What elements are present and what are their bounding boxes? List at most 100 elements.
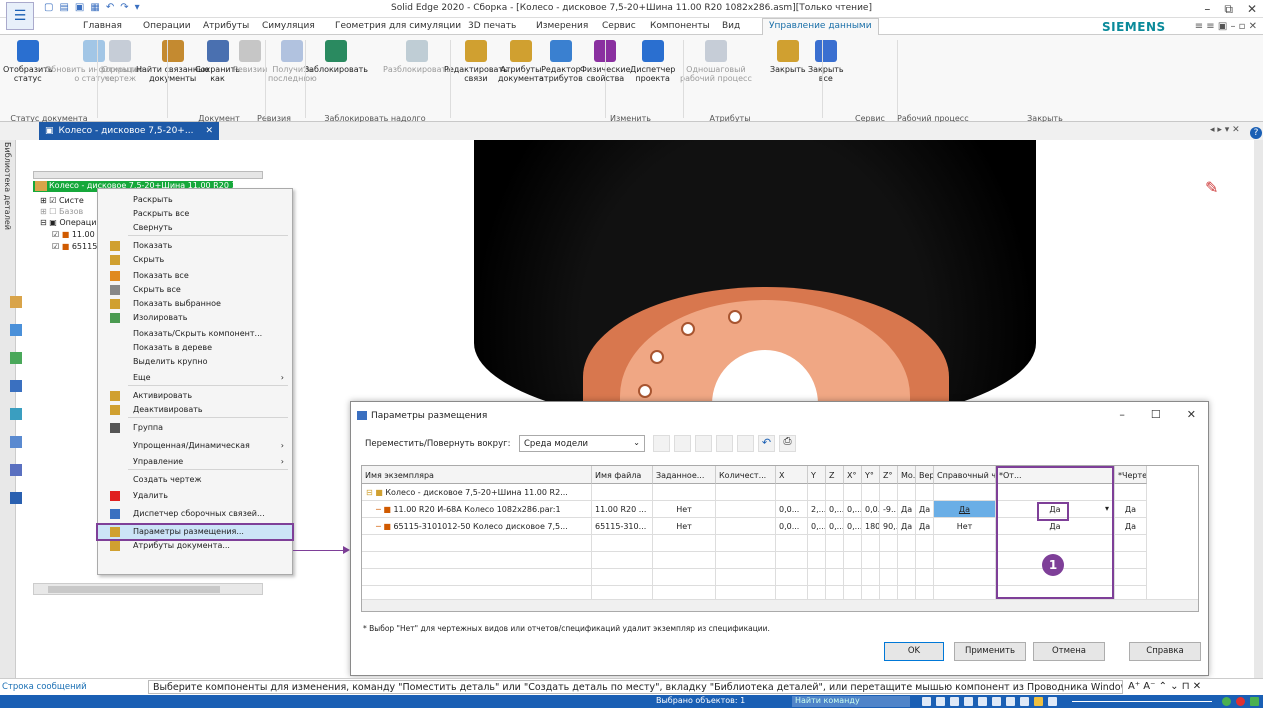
grid-column-header[interactable]: Количест...	[716, 466, 776, 484]
context-menu-item[interactable]: Параметры размещения...	[96, 523, 294, 541]
status-icon[interactable]	[1048, 697, 1057, 706]
grid-cell[interactable]: Да	[898, 518, 916, 535]
toolbar-button[interactable]	[695, 435, 712, 452]
ribbon-button[interactable]: Ревизии	[233, 40, 267, 74]
tree-hscroll[interactable]	[33, 583, 263, 595]
tool-icon[interactable]	[10, 380, 22, 392]
status-icon[interactable]	[992, 697, 1001, 706]
tab-view[interactable]: Вид	[722, 21, 740, 31]
ribbon-button[interactable]: Разблокировать	[383, 40, 451, 74]
grid-cell[interactable]: Да	[1115, 501, 1147, 518]
pen-icon[interactable]: ✎	[1205, 178, 1218, 197]
grid-cell-name[interactable]: ─ ■ 11.00 R20 И-68А Колесо 1082x286.par:…	[362, 501, 592, 518]
grid-cell[interactable]	[898, 484, 916, 501]
ribbon-button[interactable]: Заблокировать	[304, 40, 368, 74]
ribbon-button[interactable]: Редактор атрибутов	[539, 40, 583, 83]
grid-column-header[interactable]: Вер...	[916, 466, 934, 484]
status-icon[interactable]	[922, 697, 931, 706]
document-tab[interactable]: ▣ Колесо - дисковое 7,5-20+... ✕	[39, 122, 219, 140]
parts-library-tab[interactable]: Библиотека деталей	[3, 142, 12, 230]
tab-operations[interactable]: Операции	[143, 21, 191, 31]
dialog-minimize-button[interactable]: –	[1119, 408, 1125, 421]
grid-cell[interactable]: 0,...	[844, 501, 862, 518]
app-menu-button[interactable]: ☰	[6, 2, 34, 30]
undo-icon[interactable]: ↶	[758, 435, 775, 452]
grid-cell[interactable]	[916, 484, 934, 501]
help-button[interactable]: Справка	[1129, 642, 1201, 661]
context-menu-item[interactable]: Деактивировать	[98, 403, 292, 417]
grid-cell[interactable]: Да	[916, 518, 934, 535]
context-menu-item[interactable]: Скрыть все	[98, 283, 292, 297]
grid-cell[interactable]	[716, 518, 776, 535]
context-menu-item[interactable]: Изолировать	[98, 311, 292, 325]
context-menu-item[interactable]: Создать чертеж	[98, 473, 292, 487]
tool-icon[interactable]	[10, 324, 22, 336]
tab-sim-geometry[interactable]: Геометрия для симуляции	[335, 21, 461, 31]
status-icon[interactable]	[964, 697, 973, 706]
move-rotate-select[interactable]: Среда модели ⌄	[519, 435, 645, 452]
tool-icon[interactable]	[10, 408, 22, 420]
grid-column-header[interactable]: X°	[844, 466, 862, 484]
grid-cell[interactable]	[716, 484, 776, 501]
grid-column-header[interactable]: X	[776, 466, 808, 484]
tab-home[interactable]: Главная	[83, 21, 122, 31]
context-menu-item[interactable]: Управление ›	[98, 455, 292, 469]
tool-icon[interactable]	[10, 464, 22, 476]
open-icon[interactable]: ▤	[59, 2, 68, 13]
status-icon[interactable]	[1020, 697, 1029, 706]
grid-cell[interactable]	[592, 484, 653, 501]
grid-column-header[interactable]: Z	[826, 466, 844, 484]
tree-row[interactable]: ⊞ ☐ Базов	[40, 207, 83, 216]
save-icon[interactable]: ▣	[75, 2, 84, 13]
message-bar-controls[interactable]: A⁺ A⁻ ⌃ ⌄ ⊓ ✕	[1128, 681, 1201, 692]
grid-cell[interactable]: 0,0...	[862, 501, 880, 518]
status-icon[interactable]	[936, 697, 945, 706]
grid-cell[interactable]: Нет	[934, 518, 996, 535]
ribbon-button[interactable]: Атрибуты документа	[498, 40, 544, 83]
grid-cell[interactable]: 90,...	[880, 518, 898, 535]
dialog-close-button[interactable]: ✕	[1187, 408, 1196, 421]
grid-cell[interactable]: 65115-310...	[592, 518, 653, 535]
customize-icon[interactable]: ▾	[135, 2, 140, 13]
grid-cell[interactable]: 0,0...	[776, 501, 808, 518]
grid-cell[interactable]: Нет	[653, 518, 716, 535]
command-finder-input[interactable]: Найти команду	[792, 696, 910, 707]
grid-cell[interactable]	[844, 484, 862, 501]
grid-cell[interactable]	[653, 484, 716, 501]
context-menu-item[interactable]: Показать	[98, 239, 292, 253]
grid-column-header[interactable]: Справочный чертеж	[934, 466, 996, 484]
context-menu-item[interactable]: Группа	[98, 421, 292, 435]
status-icon[interactable]	[1006, 697, 1015, 706]
grid-cell-name[interactable]: ─ ■ 65115-3101012-50 Колесо дисковое 7,5…	[362, 518, 592, 535]
context-menu-item[interactable]: Удалить	[98, 489, 292, 503]
tab-data-management[interactable]: Управление данными	[762, 18, 879, 35]
grid-cell[interactable]: 0,...	[808, 518, 826, 535]
print-icon[interactable]: ⎙	[779, 435, 796, 452]
maximize-button[interactable]: ⧉	[1224, 2, 1233, 17]
apply-button[interactable]: Применить	[954, 642, 1026, 661]
redo-icon[interactable]: ↷	[120, 2, 128, 13]
toolbar-button[interactable]	[674, 435, 691, 452]
grid-cell[interactable]: Да	[916, 501, 934, 518]
tool-icon[interactable]	[10, 436, 22, 448]
status-icon[interactable]	[1250, 697, 1259, 706]
tree-row[interactable]: ⊞ ☑ Систе	[40, 196, 84, 205]
context-menu-item[interactable]: Атрибуты документа...	[98, 539, 292, 553]
context-menu-item[interactable]: Скрыть	[98, 253, 292, 267]
tab-simulation[interactable]: Симуляция	[262, 21, 315, 31]
grid-cell[interactable]: 11.00 R20 ...	[592, 501, 653, 518]
ribbon-controls[interactable]: ≡ ≡ ▣ – ▫ ✕	[1195, 21, 1257, 32]
grid-cell[interactable]: 0,0...	[776, 518, 808, 535]
grid-cell[interactable]: Да	[934, 501, 996, 518]
status-icon[interactable]	[978, 697, 987, 706]
help-icon[interactable]: ?	[1250, 127, 1262, 139]
context-menu-item[interactable]: Показать/Скрыть компонент...	[98, 327, 292, 341]
grid-cell[interactable]: Да	[1115, 518, 1147, 535]
grid-cell[interactable]	[776, 484, 808, 501]
status-icon[interactable]	[950, 697, 959, 706]
grid-cell[interactable]: -9...	[880, 501, 898, 518]
dialog-maximize-button[interactable]: ☐	[1151, 408, 1161, 421]
undo-icon[interactable]: ↶	[106, 2, 114, 13]
cancel-button[interactable]: Отмена	[1033, 642, 1105, 661]
grid-cell[interactable]	[1115, 484, 1147, 501]
